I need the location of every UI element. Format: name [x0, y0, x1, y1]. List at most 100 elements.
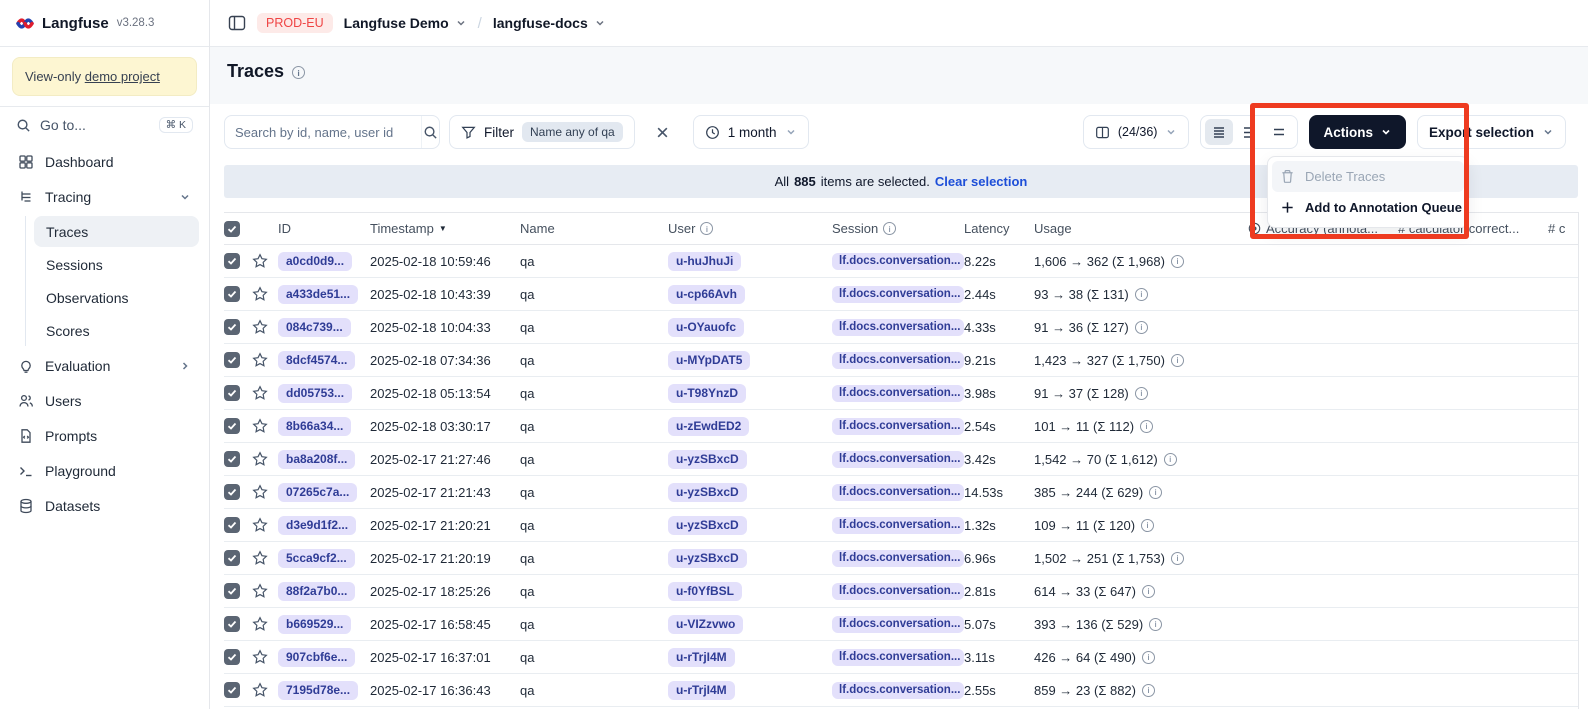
session-badge[interactable]: lf.docs.conversation...: [832, 385, 964, 402]
session-badge[interactable]: lf.docs.conversation...: [832, 451, 964, 468]
user-badge[interactable]: u-T98YnzD: [668, 384, 746, 403]
row-checkbox[interactable]: [224, 649, 240, 665]
session-badge[interactable]: lf.docs.conversation...: [832, 484, 964, 501]
search-input[interactable]: [225, 125, 421, 140]
actions-button[interactable]: Actions: [1309, 115, 1406, 149]
trace-id-badge[interactable]: dd05753...: [278, 384, 352, 403]
project-selector[interactable]: langfuse-docs: [493, 15, 606, 31]
header-timestamp[interactable]: Timestamp▼: [370, 221, 520, 236]
timerange-button[interactable]: 1 month: [693, 115, 809, 149]
star-icon[interactable]: [252, 319, 278, 335]
table-row[interactable]: 8dcf4574... 2025-02-18 07:34:36 qa u-MYp…: [224, 344, 1578, 377]
org-selector[interactable]: Langfuse Demo: [344, 15, 467, 31]
row-checkbox[interactable]: [224, 550, 240, 566]
clear-selection-link[interactable]: Clear selection: [935, 174, 1028, 189]
star-icon[interactable]: [252, 682, 278, 698]
demo-project-link[interactable]: demo project: [85, 69, 160, 84]
user-badge[interactable]: u-OYauofc: [668, 318, 744, 337]
trace-id-badge[interactable]: 8dcf4574...: [278, 351, 355, 370]
export-selection-button[interactable]: Export selection: [1417, 115, 1566, 149]
star-icon[interactable]: [252, 517, 278, 533]
row-checkbox[interactable]: [224, 682, 240, 698]
trace-id-badge[interactable]: 8b66a34...: [278, 417, 351, 436]
star-icon[interactable]: [252, 616, 278, 632]
trace-id-badge[interactable]: b669529...: [278, 615, 351, 634]
trace-id-badge[interactable]: 907cbf6e...: [278, 648, 355, 667]
menu-item-delete-traces[interactable]: Delete Traces: [1272, 161, 1464, 192]
table-row[interactable]: 907cbf6e... 2025-02-17 16:37:01 qa u-rTr…: [224, 641, 1578, 674]
user-badge[interactable]: u-VIZzvwo: [668, 615, 743, 634]
session-badge[interactable]: lf.docs.conversation...: [832, 583, 964, 600]
sidebar-item-prompts[interactable]: Prompts: [10, 420, 199, 452]
sidebar-item-observations[interactable]: Observations: [34, 282, 199, 313]
user-badge[interactable]: u-f0YfBSL: [668, 582, 742, 601]
user-badge[interactable]: u-cp66Avh: [668, 285, 745, 304]
row-checkbox[interactable]: [224, 418, 240, 434]
sidebar-item-traces[interactable]: Traces: [34, 216, 199, 247]
columns-button[interactable]: (24/36): [1083, 115, 1190, 149]
trace-id-badge[interactable]: a433de51...: [278, 285, 358, 304]
user-badge[interactable]: u-huJhuJi: [668, 252, 741, 271]
trace-id-badge[interactable]: 88f2a7b0...: [278, 582, 355, 601]
table-row[interactable]: b669529... 2025-02-17 16:58:45 qa u-VIZz…: [224, 608, 1578, 641]
menu-item-add-annotation-queue[interactable]: Add to Annotation Queue: [1272, 192, 1464, 223]
sidebar-item-users[interactable]: Users: [10, 385, 199, 417]
sidebar-toggle-icon[interactable]: [228, 14, 246, 32]
sidebar-item-tracing[interactable]: Tracing: [10, 181, 199, 213]
star-icon[interactable]: [252, 451, 278, 467]
star-icon[interactable]: [252, 583, 278, 599]
sidebar-item-sessions[interactable]: Sessions: [34, 249, 199, 280]
star-icon[interactable]: [252, 286, 278, 302]
sidebar-item-evaluation[interactable]: Evaluation: [10, 350, 199, 382]
user-badge[interactable]: u-zEwdED2: [668, 417, 749, 436]
star-icon[interactable]: [252, 253, 278, 269]
row-checkbox[interactable]: [224, 484, 240, 500]
row-checkbox[interactable]: [224, 517, 240, 533]
header-name[interactable]: Name: [520, 221, 668, 236]
session-badge[interactable]: lf.docs.conversation...: [832, 649, 964, 666]
table-row[interactable]: 5cca9cf2... 2025-02-17 21:20:19 qa u-yzS…: [224, 542, 1578, 575]
row-checkbox[interactable]: [224, 319, 240, 335]
trace-id-badge[interactable]: 07265c7a...: [278, 483, 357, 502]
user-badge[interactable]: u-yzSBxcD: [668, 450, 747, 469]
session-badge[interactable]: lf.docs.conversation...: [832, 517, 964, 534]
row-checkbox[interactable]: [224, 385, 240, 401]
trace-id-badge[interactable]: ba8a208f...: [278, 450, 355, 469]
table-row[interactable]: dd05753... 2025-02-18 05:13:54 qa u-T98Y…: [224, 377, 1578, 410]
sidebar-item-datasets[interactable]: Datasets: [10, 490, 199, 522]
row-checkbox[interactable]: [224, 286, 240, 302]
star-icon[interactable]: [252, 385, 278, 401]
star-icon[interactable]: [252, 550, 278, 566]
trace-id-badge[interactable]: d3e9d1f2...: [278, 516, 356, 535]
row-checkbox[interactable]: [224, 451, 240, 467]
session-badge[interactable]: lf.docs.conversation...: [832, 286, 964, 303]
search-icon[interactable]: [421, 116, 439, 148]
table-row[interactable]: 88f2a7b0... 2025-02-17 18:25:26 qa u-f0Y…: [224, 575, 1578, 608]
session-badge[interactable]: lf.docs.conversation...: [832, 616, 964, 633]
row-height-large-icon[interactable]: [1265, 119, 1293, 145]
table-row[interactable]: 084c739... 2025-02-18 10:04:33 qa u-OYau…: [224, 311, 1578, 344]
table-row[interactable]: ba8a208f... 2025-02-17 21:27:46 qa u-yzS…: [224, 443, 1578, 476]
row-height-medium-icon[interactable]: [1235, 119, 1263, 145]
row-checkbox[interactable]: [224, 352, 240, 368]
sidebar-item-scores[interactable]: Scores: [34, 315, 199, 346]
row-checkbox[interactable]: [224, 253, 240, 269]
table-row[interactable]: a433de51... 2025-02-18 10:43:39 qa u-cp6…: [224, 278, 1578, 311]
header-usage[interactable]: Usage: [1034, 221, 1248, 236]
trace-id-badge[interactable]: 5cca9cf2...: [278, 549, 355, 568]
user-badge[interactable]: u-rTrjI4M: [668, 648, 735, 667]
table-row[interactable]: 7195d78e... 2025-02-17 16:36:43 qa u-rTr…: [224, 674, 1578, 707]
table-row[interactable]: d3e9d1f2... 2025-02-17 21:20:21 qa u-yzS…: [224, 509, 1578, 542]
star-icon[interactable]: [252, 649, 278, 665]
select-all-checkbox[interactable]: [224, 221, 240, 237]
row-checkbox[interactable]: [224, 583, 240, 599]
table-row[interactable]: a0cd0d9... 2025-02-18 10:59:46 qa u-huJh…: [224, 245, 1578, 278]
session-badge[interactable]: lf.docs.conversation...: [832, 418, 964, 435]
user-badge[interactable]: u-yzSBxcD: [668, 516, 747, 535]
goto-search[interactable]: Go to... ⌘ K: [0, 107, 209, 139]
session-badge[interactable]: lf.docs.conversation...: [832, 682, 964, 699]
star-icon[interactable]: [252, 418, 278, 434]
clear-filter-icon[interactable]: [648, 117, 678, 147]
session-badge[interactable]: lf.docs.conversation...: [832, 352, 964, 369]
star-icon[interactable]: [252, 352, 278, 368]
